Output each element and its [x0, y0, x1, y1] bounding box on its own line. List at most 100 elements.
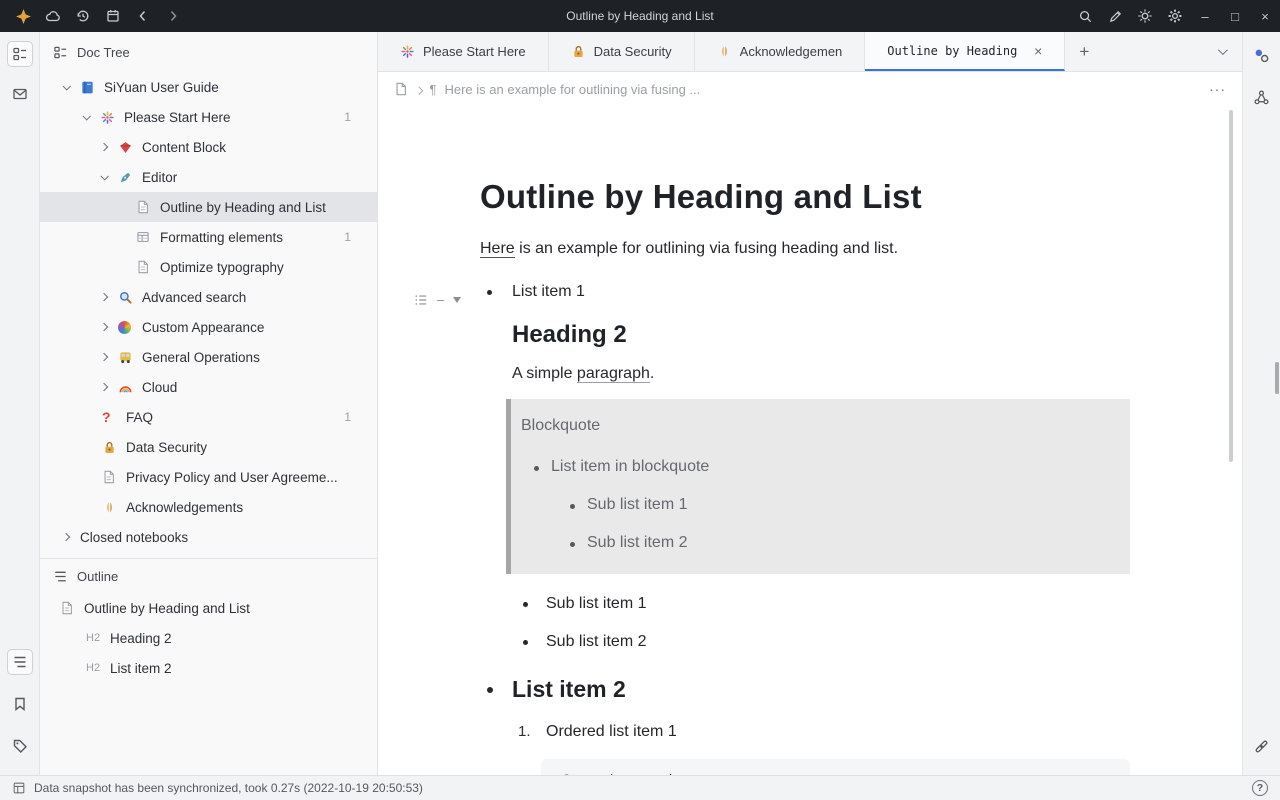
ordered-list-item[interactable]: 1. Ordered list item 1 1package main	[512, 718, 1130, 775]
close-button[interactable]: ×	[1250, 0, 1280, 32]
chevron-right-icon[interactable]	[98, 144, 118, 150]
dock-scrollbar-thumb[interactable]	[1275, 362, 1279, 394]
list-item-text[interactable]: Sub list item 1	[546, 590, 1130, 618]
bullet-icon[interactable]	[480, 672, 512, 775]
graph-icon[interactable]	[1249, 42, 1275, 68]
tab-acknowledgements[interactable]: Acknowledgemen	[695, 32, 866, 71]
simple-paragraph[interactable]: A simple paragraph.	[512, 361, 1130, 387]
doc-count-badge: 1	[344, 410, 351, 424]
cloud-sync-icon[interactable]	[38, 0, 68, 32]
chevron-right-icon[interactable]	[98, 354, 118, 360]
siyuan-logo-icon[interactable]	[8, 0, 38, 32]
block-ref-link[interactable]: paragraph	[577, 365, 650, 383]
doc-count-badge: 1	[344, 110, 351, 124]
data-history-icon[interactable]	[68, 0, 98, 32]
maximize-button[interactable]: □	[1220, 0, 1250, 32]
chevron-down-icon[interactable]	[80, 114, 100, 120]
help-icon[interactable]: ?	[1252, 780, 1268, 796]
list-item-heading[interactable]: List item 2 1. Ordered list item 1 1pack…	[480, 672, 1130, 775]
doctree-item-advanced-search[interactable]: Advanced search	[40, 282, 377, 312]
chevron-down-icon[interactable]	[60, 84, 80, 90]
chevron-right-icon[interactable]	[98, 384, 118, 390]
bullet-icon[interactable]	[512, 628, 546, 656]
list-item-text[interactable]: Ordered list item 1	[546, 718, 1130, 745]
list-item[interactable]: List item 1 Heading 2 A simple paragraph…	[480, 278, 1130, 656]
tab-outline-by-heading-and-list[interactable]: Outline by Heading an ×	[865, 32, 1065, 71]
minimize-button[interactable]: –	[1190, 0, 1220, 32]
daily-note-icon[interactable]	[98, 0, 128, 32]
doctree-item-optimize-typography[interactable]: Optimize typography	[40, 252, 377, 282]
chevron-right-icon[interactable]	[98, 324, 118, 330]
bullet-icon[interactable]	[555, 530, 587, 556]
list-item-text[interactable]: Sub list item 2	[546, 628, 1130, 656]
list-item-heading-text[interactable]: List item 2	[512, 672, 1130, 706]
doctree-item-editor[interactable]: Editor	[40, 162, 377, 192]
doctree-item-data-security[interactable]: Data Security	[40, 432, 377, 462]
list-gutter-icon[interactable]	[414, 293, 428, 307]
tab-list-chevron-icon[interactable]	[1200, 32, 1242, 71]
new-tab-button[interactable]: +	[1065, 32, 1103, 71]
chevron-right-icon[interactable]	[98, 294, 118, 300]
doctree-item-outline-by-heading-and-list[interactable]: Outline by Heading and List	[40, 192, 377, 222]
bookmark-icon[interactable]	[7, 691, 33, 717]
list-item[interactable]: Sub list item 1	[512, 590, 1130, 618]
theme-sun-icon[interactable]	[1130, 0, 1160, 32]
doctree-item-custom-appearance[interactable]: Custom Appearance	[40, 312, 377, 342]
blockquote[interactable]: Blockquote List item in blockquote Sub l…	[506, 399, 1130, 574]
breadcrumb-text[interactable]: Here is an example for outlining via fus…	[444, 82, 700, 97]
doctree-item-privacy-policy[interactable]: Privacy Policy and User Agreeme...	[40, 462, 377, 492]
search-icon[interactable]	[1070, 0, 1100, 32]
bullet-icon[interactable]	[555, 492, 587, 518]
list-item[interactable]: Sub list item 1	[555, 492, 1112, 518]
bullet-icon[interactable]	[521, 454, 551, 556]
doctree-item-closed-notebooks[interactable]: Closed notebooks	[40, 522, 377, 552]
outline-panel-icon[interactable]	[7, 649, 33, 675]
list-item-text[interactable]: List item 1	[512, 278, 1130, 306]
list-item[interactable]: List item in blockquote Sub list item 1 …	[521, 454, 1112, 556]
doctree-item-faq[interactable]: ? FAQ 1	[40, 402, 377, 432]
chevron-down-icon[interactable]	[98, 174, 118, 180]
outline-item-heading[interactable]: H2 List item 2	[40, 653, 377, 683]
editor-scrollbar[interactable]	[1229, 110, 1233, 462]
doctree-item-siyuan-user-guide[interactable]: SiYuan User Guide	[40, 72, 377, 102]
global-graph-icon[interactable]	[1249, 84, 1275, 110]
magnifier-icon	[118, 290, 142, 305]
blockquote-text[interactable]: Blockquote	[521, 413, 1112, 439]
editor[interactable]: – Outline by Heading and List Here is an…	[378, 106, 1242, 775]
list-item-text[interactable]: Sub list item 2	[587, 530, 1112, 556]
heading-2[interactable]: Heading 2	[512, 319, 1130, 351]
doctree-item-formatting-elements[interactable]: Formatting elements 1	[40, 222, 377, 252]
bullet-icon[interactable]	[512, 590, 546, 618]
doctree-item-general-operations[interactable]: General Operations	[40, 342, 377, 372]
go-back-icon[interactable]	[128, 0, 158, 32]
edit-pencil-icon[interactable]	[1100, 0, 1130, 32]
list-item-text[interactable]: Sub list item 1	[587, 492, 1112, 518]
list-item[interactable]: Sub list item 2	[555, 530, 1112, 556]
outline-item-heading[interactable]: H2 Heading 2	[40, 623, 377, 653]
settings-gear-icon[interactable]	[1160, 0, 1190, 32]
dash-gutter-icon[interactable]: –	[437, 292, 444, 307]
tab-please-start-here[interactable]: Please Start Here	[378, 32, 549, 71]
chevron-right-icon[interactable]	[60, 534, 80, 540]
document-title[interactable]: Outline by Heading and List	[480, 176, 1130, 218]
more-options-icon[interactable]: ···	[1209, 81, 1226, 97]
block-ref-link[interactable]: Here	[480, 240, 515, 258]
doc-icon[interactable]	[394, 82, 408, 96]
code-block[interactable]: 1package main	[541, 759, 1130, 775]
tab-data-security[interactable]: Data Security	[549, 32, 695, 71]
list-item-text[interactable]: List item in blockquote	[551, 454, 1112, 480]
backlink-chain-icon[interactable]	[1249, 733, 1275, 759]
file-tree-icon[interactable]	[7, 41, 33, 67]
close-tab-icon[interactable]: ×	[1034, 43, 1042, 59]
doctree-item-please-start-here[interactable]: Please Start Here 1	[40, 102, 377, 132]
outline-item-document[interactable]: Outline by Heading and List	[40, 593, 377, 623]
doctree-item-cloud[interactable]: Cloud	[40, 372, 377, 402]
doctree-item-acknowledgements[interactable]: Acknowledgements	[40, 492, 377, 522]
intro-paragraph[interactable]: Here is an example for outlining via fus…	[480, 236, 1130, 262]
tag-icon[interactable]	[7, 733, 33, 759]
collapse-triangle-icon[interactable]	[453, 297, 461, 303]
doctree-item-content-block[interactable]: Content Block	[40, 132, 377, 162]
go-forward-icon[interactable]	[158, 0, 188, 32]
list-item[interactable]: Sub list item 2	[512, 628, 1130, 656]
inbox-mail-icon[interactable]	[7, 81, 33, 107]
